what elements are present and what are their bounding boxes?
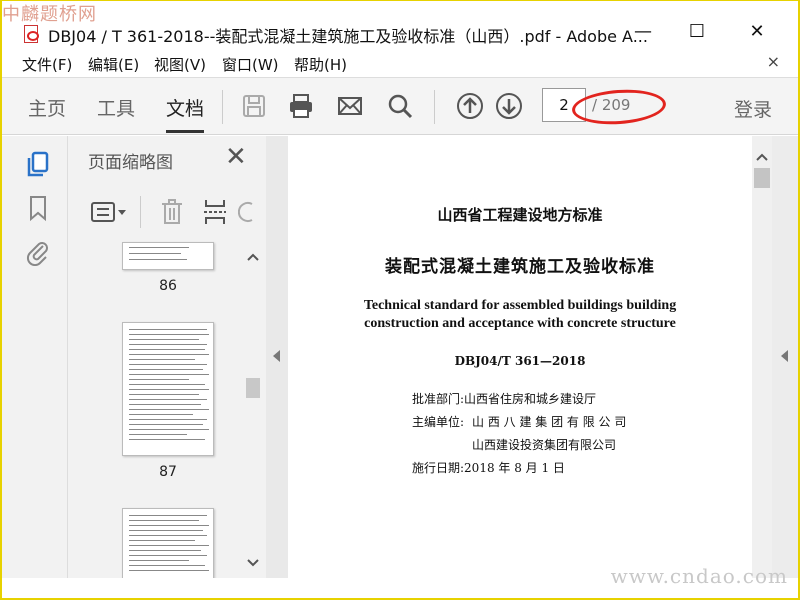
tab-tools[interactable]: 工具 xyxy=(97,94,135,121)
email-icon[interactable] xyxy=(336,92,364,120)
login-button[interactable]: 登录 xyxy=(734,95,772,122)
right-panel-toggle-bar[interactable] xyxy=(772,136,798,578)
crop-pages-icon[interactable] xyxy=(202,198,228,226)
menu-file[interactable]: 文件(F) xyxy=(22,54,72,75)
doc-standard-code: DBJ04/T 361—2018 xyxy=(454,354,586,368)
next-page-icon[interactable] xyxy=(495,92,523,120)
tab-home[interactable]: 主页 xyxy=(28,94,66,121)
watermark-bottom: www.cndao.com xyxy=(610,564,788,588)
menu-view[interactable]: 视图(V) xyxy=(154,54,206,75)
previous-page-icon[interactable] xyxy=(456,92,484,120)
window-title: DBJ04 / T 361-2018--装配式混凝土建筑施工及验收标准（山西）.… xyxy=(48,27,648,46)
page-thumbnail[interactable] xyxy=(122,322,214,456)
page-thumbnails-icon[interactable] xyxy=(24,150,52,178)
panel-tool-separator xyxy=(140,196,141,228)
save-icon[interactable] xyxy=(240,92,268,120)
main-toolbar: 主页 工具 文档 2 / 209 登录 xyxy=(2,77,798,135)
doc-heading-title: 装配式混凝土建筑施工及验收标准 xyxy=(385,257,655,277)
doc-editor-label: 主编单位: xyxy=(412,415,465,429)
thumbnail-scrollbar[interactable] xyxy=(244,244,262,574)
scroll-up-icon[interactable] xyxy=(246,252,260,262)
doc-heading-standard: 山西省工程建设地方标准 xyxy=(437,206,603,224)
menu-edit[interactable]: 编辑(E) xyxy=(88,54,139,75)
watermark-top: 中麟题桥网 xyxy=(2,4,97,25)
page-thumbnail[interactable] xyxy=(122,508,214,580)
doc-editor-2: 山西建设投资集团有限公司 xyxy=(472,438,617,452)
document-page: 山西省工程建设地方标准 装配式混凝土建筑施工及验收标准 Technical st… xyxy=(288,136,752,578)
close-button[interactable]: ✕ xyxy=(742,17,772,47)
left-nav-rail xyxy=(2,136,68,578)
delete-icon[interactable] xyxy=(160,198,184,226)
thumbnail-page-number: 86 xyxy=(159,278,177,294)
page-thumbnail[interactable] xyxy=(122,242,214,270)
toolbar-separator xyxy=(222,90,223,124)
maximize-button[interactable]: ☐ xyxy=(682,17,712,47)
menu-help[interactable]: 帮助(H) xyxy=(294,54,347,75)
doc-editor-1: 山 西 八 建 集 团 有 限 公 司 xyxy=(472,415,627,429)
collapse-left-icon[interactable] xyxy=(273,350,281,362)
scrollbar-thumb[interactable] xyxy=(754,168,770,188)
menu-close-icon[interactable]: × xyxy=(767,52,780,71)
document-scrollbar[interactable] xyxy=(752,136,772,578)
menu-window[interactable]: 窗口(W) xyxy=(222,54,279,75)
panel-title: 页面缩略图 xyxy=(88,153,173,173)
doc-english-title-line2: construction and acceptance with concret… xyxy=(364,316,676,331)
panel-collapse-bar[interactable] xyxy=(266,136,288,578)
tab-document[interactable]: 文档 xyxy=(166,94,205,133)
toolbar-separator xyxy=(434,90,435,124)
bookmark-icon[interactable] xyxy=(24,194,52,222)
doc-effective-date: 施行日期:2018 年 8 月 1 日 xyxy=(412,461,565,475)
panel-toolbar xyxy=(78,194,258,230)
expand-right-panel-icon[interactable] xyxy=(781,350,789,362)
menu-bar: 文件(F) 编辑(E) 视图(V) 窗口(W) 帮助(H) × xyxy=(2,50,798,76)
doc-english-title-line1: Technical standard for assembled buildin… xyxy=(363,298,677,313)
pdf-file-icon xyxy=(24,25,39,43)
thumbnail-panel: 页面缩略图 ✕ 86 87 xyxy=(68,136,266,580)
scroll-up-icon[interactable] xyxy=(755,152,769,162)
options-menu-icon[interactable] xyxy=(90,200,130,224)
thumbnail-page-number: 87 xyxy=(159,464,177,480)
minimize-button[interactable]: — xyxy=(628,17,658,47)
doc-approval: 批准部门:山西省住房和城乡建设厅 xyxy=(412,392,597,406)
panel-close-icon[interactable]: ✕ xyxy=(225,142,247,172)
attachment-icon[interactable] xyxy=(24,238,52,266)
scroll-down-icon[interactable] xyxy=(246,558,260,568)
scrollbar-thumb[interactable] xyxy=(246,378,260,398)
rotate-icon[interactable] xyxy=(238,200,256,224)
print-icon[interactable] xyxy=(287,92,315,120)
title-bar: DBJ04 / T 361-2018--装配式混凝土建筑施工及验收标准（山西）.… xyxy=(2,1,798,49)
search-icon[interactable] xyxy=(386,92,414,120)
